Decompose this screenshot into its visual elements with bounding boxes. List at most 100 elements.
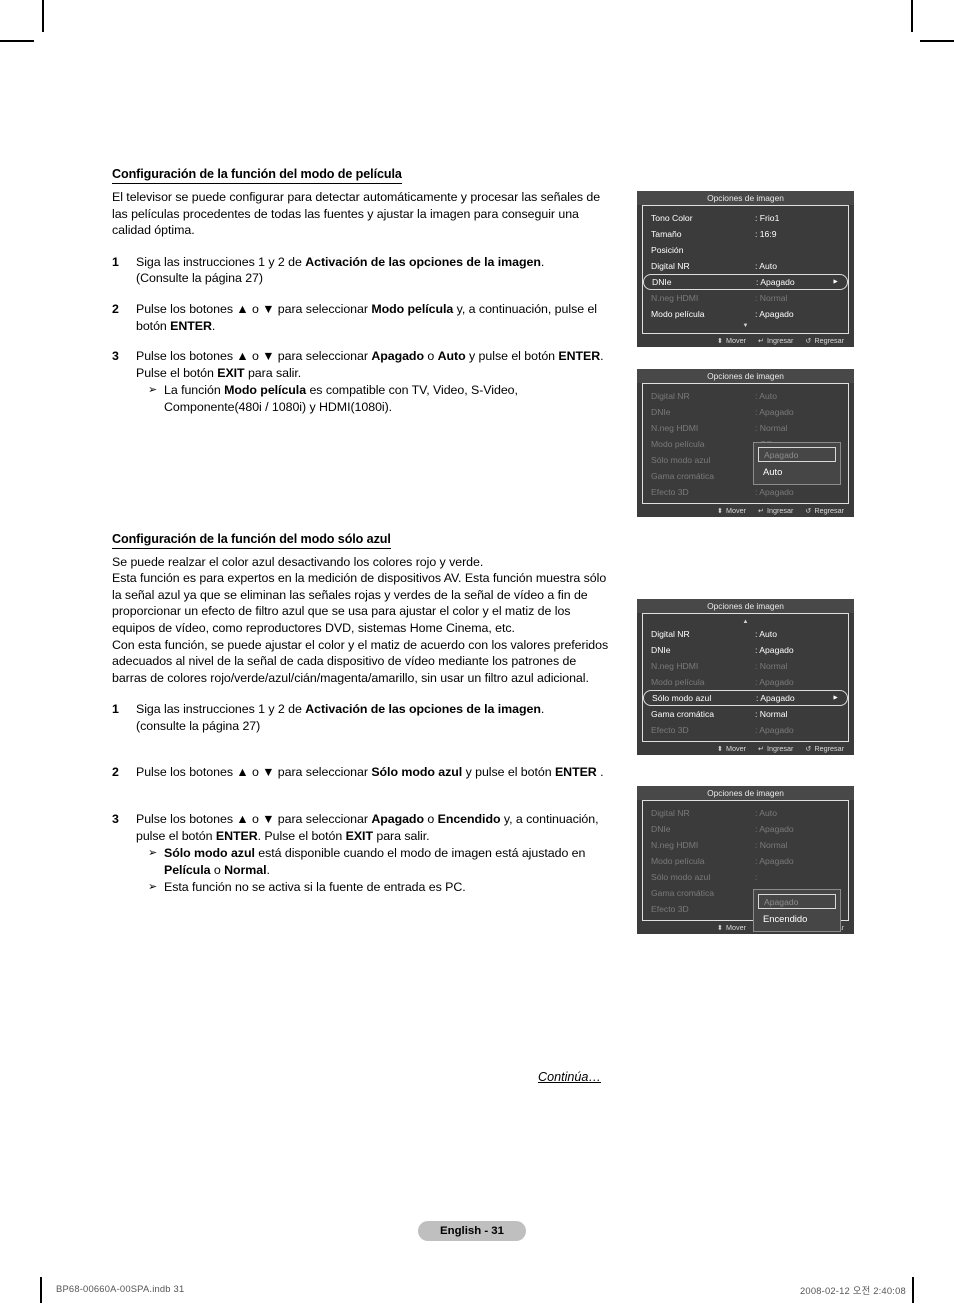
osd-menu-item[interactable]: DNIe: Apagado ► [643,274,848,290]
osd-option-item[interactable]: Encendido [758,911,836,926]
osd-menu-item[interactable]: Tono Color: Frio1 [643,210,848,226]
osd-menu-item[interactable]: Tamaño : 16:9 [643,226,848,242]
osd-menu-1: Opciones de imagen Tono Color: Frio1 Tamañ… [637,191,854,347]
scroll-up-icon[interactable]: ▲ [643,618,848,626]
osd-menu-item[interactable]: Posición [643,242,848,258]
osd-title: Opciones de imagen [637,191,854,205]
step-text: Pulse los botones ▲ o ▼ para seleccionar… [136,301,597,333]
osd-item-label: Tamaño [651,229,682,239]
osd-item-label: Digital NR [651,808,690,818]
step-text: Pulse los botones ▲ o ▼ para seleccionar… [136,811,612,896]
note-text: La función Modo película es compatible c… [164,383,518,414]
osd-option-popup: Apagado Auto [753,442,841,485]
note-item: ➢ Sólo modo azul está disponible cuando e… [136,845,612,878]
osd-item-value: : Auto [755,391,777,401]
footer-timestamp: 2008-02-12 오전 2:40:08 [800,1285,906,1296]
osd-item-value: : Auto [755,808,777,818]
osd-menu-item[interactable]: Digital NR: Auto [643,258,848,274]
continued-label: Continúa… [538,1070,602,1084]
step-number: 2 [112,301,119,316]
footer-file-name: BP68-00660A-00SPA.indb 31 [56,1283,185,1294]
osd-item-value: : Apagado [755,309,794,319]
osd-item-label: Digital NR [651,261,690,271]
back-hint: ↺Regresar [805,744,844,753]
osd-menu-item[interactable]: Modo película : Apagado [643,853,848,869]
note-item: ➢ Esta función no se activa si la fuente … [136,879,612,896]
osd-menu-item[interactable]: N.neg HDMI : Normal [643,290,848,306]
enter-hint-icon: ↵ [758,506,765,515]
osd-menu-item[interactable]: N.neg HDMI: Normal [643,658,848,674]
osd-menu-item[interactable]: Modo película: Apagado [643,674,848,690]
osd-menu-item[interactable]: DNIe: Apagado [643,821,848,837]
osd-menu-item[interactable]: Efecto 3D: Apagado [643,484,848,500]
osd-menu-item[interactable]: Digital NR: Auto [643,626,848,642]
osd-item-value: : Apagado [755,487,794,497]
osd-item-value: : Normal [755,423,788,433]
osd-option-item[interactable]: Apagado [758,447,836,462]
osd-menu-item[interactable]: Modo película : Apagado [643,306,848,322]
osd-item-value: : Normal [755,661,788,671]
step-item: 2 Pulse los botones ▲ o ▼ para selecciona… [112,301,612,334]
osd-title: Opciones de imagen [637,786,854,800]
osd-menu-item[interactable]: Sólo modo azul: [643,869,848,885]
osd-item-label: Modo película [651,309,705,319]
note-bullet-icon: ➢ [148,847,158,860]
osd-menu-item[interactable]: N.neg HDMI: Normal [643,420,848,436]
osd-item-value: : Auto [755,629,777,639]
osd-item-value: : Frio1 [755,213,780,223]
step-list: 1 Siga las instrucciones 1 y 2 de Activac… [112,254,612,416]
section-title: Configuración de la función del modo de … [112,167,402,184]
osd-footer-hints: ⬍Mover ↵Ingresar ↺Regresar [637,504,854,517]
enter-hint: ↵Ingresar [758,506,793,515]
chevron-right-icon: ► [832,694,839,702]
section-heading-wrap: Configuración de la función del modo de … [112,165,612,185]
osd-item-label: DNIe [651,407,671,417]
section-intro: El televisor se puede configurar para de… [112,190,601,238]
osd-item-label: N.neg HDMI [651,840,699,850]
osd-menu-item[interactable]: DNIe: Apagado [643,404,848,420]
osd-item-label: Posición [651,245,684,255]
enter-hint-label: Ingresar [767,506,794,515]
osd-item-value: : [755,872,758,882]
scroll-down-icon[interactable]: ▼ [643,322,848,330]
note-item: ➢ La función Modo película es compatible … [136,382,612,415]
osd-item-value: : Normal [755,840,788,850]
step-number: 1 [112,254,119,269]
osd-item-label: N.neg HDMI [651,293,699,303]
move-hint-icon: ⬍ [716,506,724,515]
move-hint-label: Mover [726,923,746,932]
step-item: 3 Pulse los botones ▲ o ▼ para selecciona… [112,811,612,896]
osd-option-item[interactable]: Auto [758,464,836,479]
osd-item-value: : 16:9 [755,229,777,239]
back-hint-label: Regresar [814,744,844,753]
note-bullet-icon: ➢ [148,881,158,894]
step-text: Siga las instrucciones 1 y 2 de Activaci… [136,702,545,733]
osd-item-value: : Apagado [755,856,794,866]
step-item: 3 Pulse los botones ▲ o ▼ para selecciona… [112,348,612,415]
osd-item-label: Efecto 3D [651,904,689,914]
osd-menu-item[interactable]: DNIe: Apagado [643,642,848,658]
osd-item-label: Modo película [651,677,705,687]
enter-hint-icon: ↵ [758,336,765,345]
step-item: 1 Siga las instrucciones 1 y 2 de Activac… [112,701,612,734]
osd-menu-item[interactable]: Digital NR: Auto [643,388,848,404]
step-number: 1 [112,702,119,717]
step-item: 2 Pulse los botones ▲ o ▼ para selecciona… [112,764,612,781]
osd-menu-item[interactable]: Efecto 3D: Apagado [643,722,848,738]
crop-mark-top-right-vertical [911,0,913,32]
note-text: Sólo modo azul está disponible cuando el… [164,846,586,877]
osd-menu-3: Opciones de imagen ▲ Digital NR: Auto DNIe:… [637,599,854,755]
step-number: 2 [112,765,119,780]
osd-menu-item[interactable]: N.neg HDMI : Normal [643,837,848,853]
osd-menu-item[interactable]: Gama cromática: Normal [643,706,848,722]
osd-option-item[interactable]: Apagado [758,894,836,909]
osd-menu-item[interactable]: Sólo modo azul: Apagado ► [643,690,848,706]
osd-item-value: : Normal [755,293,788,303]
osd-item-label: Modo película [651,856,705,866]
crop-mark-top-right-horizontal [920,40,954,42]
osd-item-label: Gama cromática [651,709,715,719]
enter-hint-icon: ↵ [758,744,765,753]
osd-menu-item[interactable]: Digital NR : Auto [643,805,848,821]
osd-footer-hints: ⬍Mover ↵Ingresar ↺Regresar [637,742,854,755]
